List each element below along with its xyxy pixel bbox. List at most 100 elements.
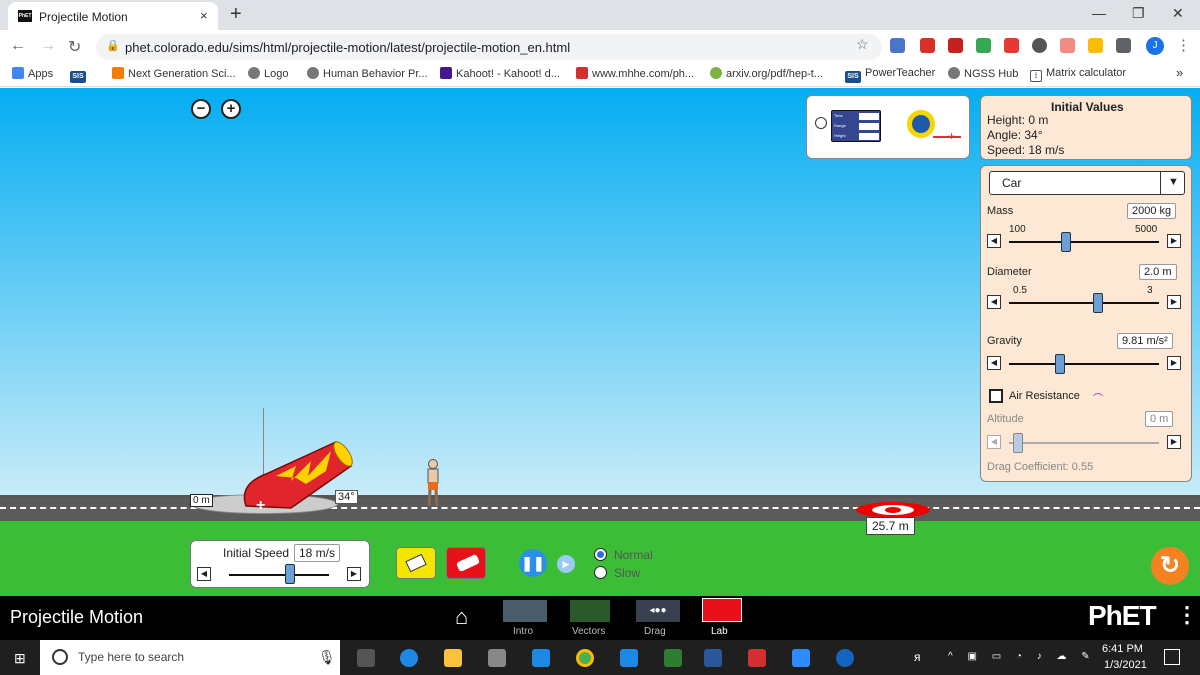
altitude-increase-button[interactable]: ▶ (1167, 435, 1181, 449)
bookmark-ngss-hub[interactable]: NGSS Hub (948, 67, 1018, 80)
measuring-tape[interactable] (907, 110, 935, 138)
omnibox[interactable]: 🔒 phet.colorado.edu/sims/html/projectile… (96, 34, 882, 60)
bookmark-mhhe[interactable]: www.mhhe.com/ph... (576, 67, 694, 80)
close-window-button[interactable]: ✕ (1172, 5, 1184, 22)
fire-button[interactable] (446, 547, 486, 579)
diameter-slider-track[interactable] (1009, 302, 1159, 304)
extension-drop-icon[interactable] (1032, 38, 1047, 53)
phet-menu-icon[interactable]: ⋮ (1176, 602, 1198, 628)
pdf-extension-icon[interactable] (1004, 38, 1019, 53)
app-green-icon[interactable] (664, 649, 682, 667)
screen-vectors-icon[interactable] (570, 600, 610, 622)
eraser-button[interactable] (396, 547, 436, 579)
minimize-button[interactable]: — (1092, 5, 1106, 21)
file-explorer-icon[interactable] (444, 649, 462, 667)
object-select[interactable]: Car ▼ (989, 171, 1185, 195)
step-button[interactable]: ▶ (557, 555, 575, 573)
extensions-puzzle-icon[interactable] (1116, 38, 1131, 53)
bookmark-apps[interactable]: Apps (12, 67, 53, 80)
mail-icon[interactable] (532, 649, 550, 667)
people-icon[interactable]: ᴙ (914, 650, 921, 664)
screen-vectors-label[interactable]: Vectors (572, 626, 605, 637)
gravity-slider-track[interactable] (1009, 363, 1159, 365)
diameter-slider-thumb[interactable] (1093, 293, 1103, 313)
diameter-decrease-button[interactable]: ◀ (987, 295, 1001, 309)
new-tab-button[interactable]: + (230, 3, 242, 26)
mass-increase-button[interactable]: ▶ (1167, 234, 1181, 248)
acrobat-icon[interactable] (748, 649, 766, 667)
bookmark-logo[interactable]: Logo (248, 67, 288, 80)
target[interactable] (856, 502, 930, 518)
tab-close-button[interactable]: × (200, 8, 208, 23)
gravity-decrease-button[interactable]: ◀ (987, 356, 1001, 370)
gmail-extension-icon[interactable] (948, 38, 963, 53)
screen-intro-icon[interactable] (503, 600, 547, 622)
bookmark-powerteacher[interactable]: SIS PowerTeacher (845, 67, 935, 83)
notification-icon[interactable] (1164, 649, 1180, 665)
mass-slider-thumb[interactable] (1061, 232, 1071, 252)
altitude-decrease-button[interactable]: ◀ (987, 435, 1001, 449)
bookmark-kahoot[interactable]: Kahoot! - Kahoot! d... (440, 67, 560, 80)
url-text[interactable]: phet.colorado.edu/sims/html/projectile-m… (125, 40, 570, 55)
clock-date[interactable]: 1/3/2021 (1104, 659, 1147, 671)
edge-icon[interactable] (400, 649, 418, 667)
slow-speed-radio[interactable] (594, 566, 607, 579)
windows-start-icon[interactable]: ⊞ (14, 650, 26, 667)
taskbar-search-placeholder[interactable]: Type here to search (78, 650, 184, 664)
bookmark-ngss[interactable]: Next Generation Sci... (112, 67, 236, 80)
zoom-app-icon[interactable] (792, 649, 810, 667)
translate-extension-icon[interactable] (890, 38, 905, 53)
profile-avatar[interactable]: J (1146, 37, 1164, 55)
altitude-slider-thumb[interactable] (1013, 433, 1023, 453)
bookmark-star-icon[interactable]: ☆ (856, 36, 869, 53)
initial-speed-slider-track[interactable] (229, 574, 329, 576)
initial-speed-slider-thumb[interactable] (285, 564, 295, 584)
app-z-icon[interactable] (620, 649, 638, 667)
cannon[interactable] (236, 436, 356, 516)
gravity-increase-button[interactable]: ▶ (1167, 356, 1181, 370)
screen-intro-label[interactable]: Intro (513, 626, 533, 637)
mass-decrease-button[interactable]: ◀ (987, 234, 1001, 248)
extension-arrow-icon[interactable] (1060, 38, 1075, 53)
initial-speed-decrease-button[interactable]: ◀ (197, 567, 211, 581)
screen-lab-label[interactable]: Lab (711, 626, 728, 637)
bookmark-sis[interactable]: SIS (70, 67, 90, 83)
screen-drag-icon[interactable]: ◂●● (636, 600, 680, 622)
gravity-slider-thumb[interactable] (1055, 354, 1065, 374)
bookmark-matrix-calculator[interactable]: ⁞ Matrix calculator (1030, 67, 1126, 82)
app-circle-icon[interactable] (836, 649, 854, 667)
store-icon[interactable] (488, 649, 506, 667)
air-resistance-label[interactable]: Air Resistance (1009, 390, 1080, 402)
zoom-out-button[interactable]: − (191, 99, 211, 119)
forward-icon[interactable]: → (40, 37, 56, 55)
microphone-icon[interactable]: 🎙 (318, 649, 336, 666)
word-icon[interactable] (704, 649, 722, 667)
chrome-icon[interactable] (576, 649, 594, 667)
task-view-icon[interactable] (357, 649, 375, 667)
screen-lab-icon[interactable] (702, 598, 742, 622)
screen-drag-label[interactable]: Drag (644, 626, 666, 637)
chrome-menu-icon[interactable]: ⋮ (1176, 36, 1191, 54)
initial-speed-increase-button[interactable]: ▶ (347, 567, 361, 581)
normal-speed-radio[interactable] (594, 548, 607, 561)
home-icon[interactable]: ⌂ (455, 604, 468, 630)
altitude-slider-track[interactable] (1009, 442, 1159, 444)
extension-pencil-icon[interactable] (1088, 38, 1103, 53)
zoom-in-button[interactable]: + (221, 99, 241, 119)
bookmark-arxiv[interactable]: arxiv.org/pdf/hep-t... (710, 67, 823, 80)
phet-logo[interactable]: PhET (1088, 600, 1157, 632)
reset-all-button[interactable]: ↻ (1151, 547, 1189, 585)
clock-time[interactable]: 6:41 PM (1102, 643, 1143, 655)
back-icon[interactable]: ← (10, 37, 26, 55)
taskbar-search-box[interactable]: Type here to search 🎙 (40, 640, 340, 675)
pause-button[interactable]: ❚❚ (519, 549, 547, 577)
reload-icon[interactable]: ↻ (68, 37, 81, 57)
extension-red-icon[interactable] (920, 38, 935, 53)
system-tray-icons[interactable]: ^ ▣ ▭ ◔ ♪ ☁ ✎ (948, 651, 1096, 662)
datatool[interactable]: Time Range Height (831, 110, 881, 142)
diameter-increase-button[interactable]: ▶ (1167, 295, 1181, 309)
air-resistance-checkbox[interactable] (989, 389, 1003, 403)
mass-slider-track[interactable] (1009, 241, 1159, 243)
normal-speed-label[interactable]: Normal (614, 548, 653, 562)
bookmarks-overflow[interactable]: » (1176, 65, 1183, 80)
